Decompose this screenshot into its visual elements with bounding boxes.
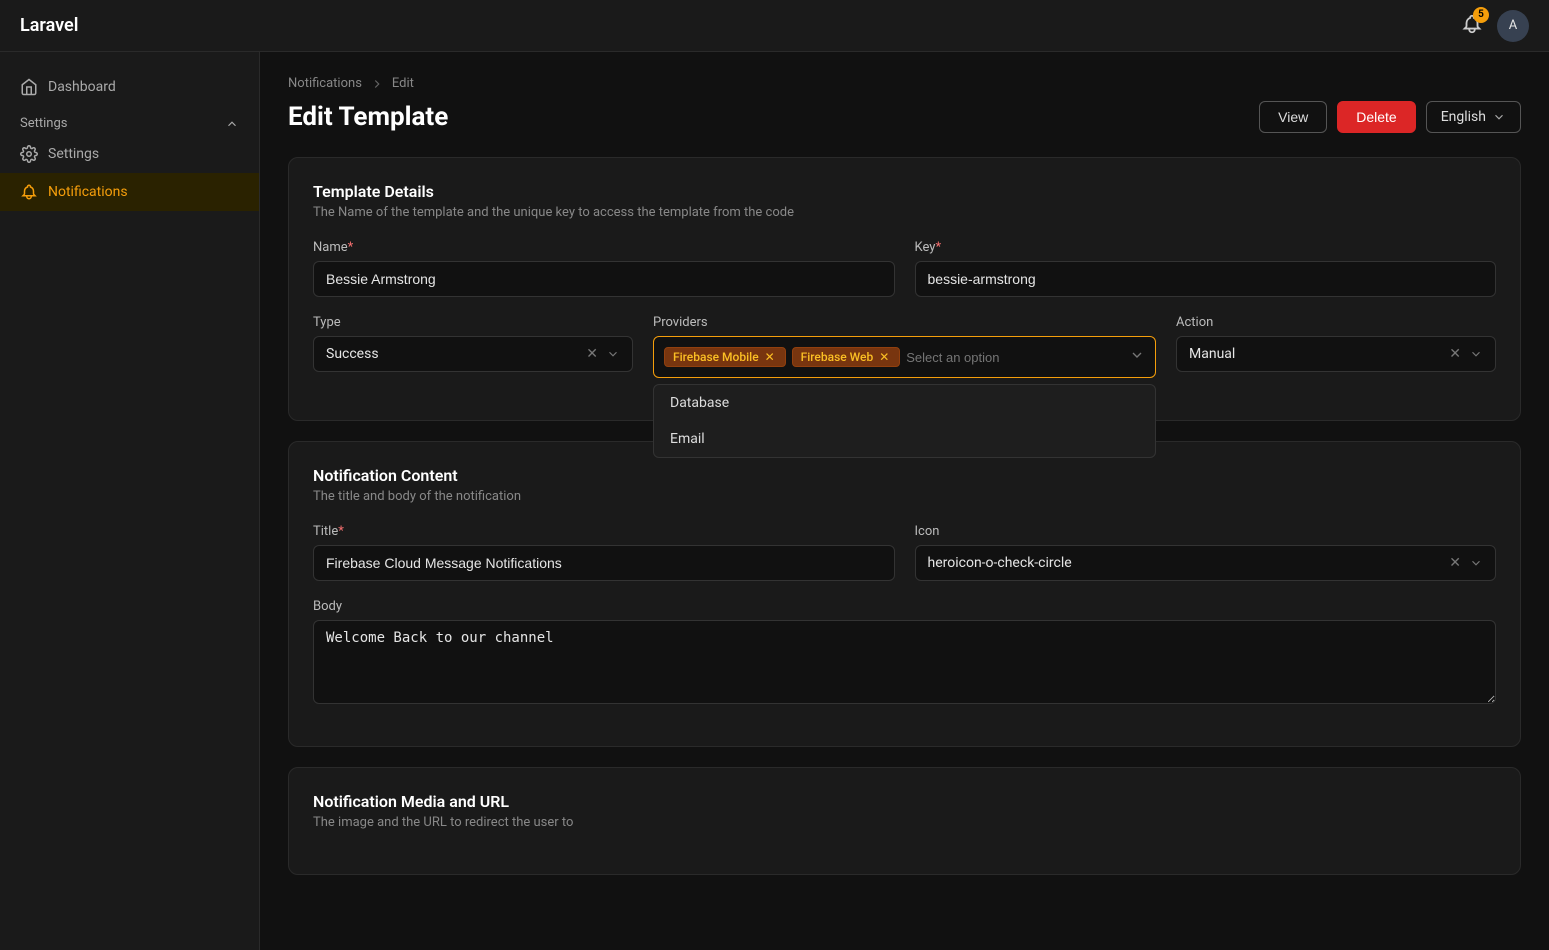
main-content: Notifications Edit Edit Template View De…: [260, 52, 1549, 950]
icon-select[interactable]: heroicon-o-check-circle ✕: [915, 545, 1497, 581]
body-group: Body Welcome Back to our channel: [313, 599, 1496, 704]
icon-label: Icon: [915, 524, 1497, 539]
type-clear-button[interactable]: ✕: [586, 346, 598, 362]
key-input[interactable]: [915, 261, 1497, 297]
bell-sidebar-icon: [20, 183, 38, 201]
brand: Laravel: [20, 15, 78, 36]
breadcrumb: Notifications Edit: [288, 76, 1521, 91]
dropdown-item-email[interactable]: Email: [654, 421, 1155, 457]
notification-content-subtitle: The title and body of the notification: [313, 489, 1496, 504]
sidebar-item-notifications[interactable]: Notifications: [0, 173, 259, 211]
notification-content-card: Notification Content The title and body …: [288, 441, 1521, 747]
template-details-card: Template Details The Name of the templat…: [288, 157, 1521, 421]
providers-select[interactable]: Firebase Mobile ✕ Firebase Web ✕: [653, 336, 1156, 378]
tag-firebase-mobile-remove[interactable]: ✕: [763, 350, 777, 364]
page-title: Edit Template: [288, 102, 448, 132]
title-label: Title*: [313, 524, 895, 539]
providers-dropdown: Database Email: [653, 384, 1156, 458]
delete-button[interactable]: Delete: [1337, 101, 1415, 133]
dropdown-item-database[interactable]: Database: [654, 385, 1155, 421]
page-header: Edit Template View Delete English: [288, 101, 1521, 133]
type-group: Type Success ✕: [313, 315, 633, 378]
icon-chevron-icon: [1469, 556, 1483, 570]
action-clear-button[interactable]: ✕: [1449, 346, 1461, 362]
header-actions: View Delete English: [1259, 101, 1521, 133]
providers-search-input[interactable]: [906, 350, 1145, 365]
name-input[interactable]: [313, 261, 895, 297]
key-group: Key*: [915, 240, 1497, 297]
template-details-title: Template Details: [313, 182, 1496, 201]
notification-content-title: Notification Content: [313, 466, 1496, 485]
action-group: Action Manual ✕: [1176, 315, 1496, 378]
notification-badge: 5: [1473, 7, 1489, 23]
sidebar-settings-section: Settings: [0, 106, 259, 135]
notification-bell[interactable]: 5: [1461, 13, 1483, 39]
providers-arrow: [1129, 347, 1145, 367]
title-input[interactable]: [313, 545, 895, 581]
name-group: Name*: [313, 240, 895, 297]
type-label: Type: [313, 315, 633, 330]
notifications-item-label: Notifications: [48, 184, 128, 200]
gear-icon: [20, 145, 38, 163]
name-key-row: Name* Key*: [313, 240, 1496, 297]
notification-media-card: Notification Media and URL The image and…: [288, 767, 1521, 875]
notification-media-title: Notification Media and URL: [313, 792, 1496, 811]
action-chevron-icon: [1469, 347, 1483, 361]
topnav-right: 5 A: [1461, 10, 1529, 42]
icon-group: Icon heroicon-o-check-circle ✕: [915, 524, 1497, 581]
title-icon-row: Title* Icon heroicon-o-check-circle ✕: [313, 524, 1496, 581]
chevron-right-icon: [370, 77, 384, 91]
tag-firebase-web-remove[interactable]: ✕: [877, 350, 891, 364]
user-avatar[interactable]: A: [1497, 10, 1529, 42]
sidebar-item-settings[interactable]: Settings: [0, 135, 259, 173]
name-label: Name*: [313, 240, 895, 255]
language-label: English: [1441, 109, 1486, 125]
tag-firebase-web: Firebase Web ✕: [792, 347, 901, 367]
breadcrumb-parent[interactable]: Notifications: [288, 76, 362, 91]
providers-label: Providers: [653, 315, 1156, 330]
body-label: Body: [313, 599, 1496, 614]
action-select[interactable]: Manual ✕: [1176, 336, 1496, 372]
chevron-up-icon: [225, 117, 239, 131]
icon-clear-button[interactable]: ✕: [1449, 555, 1461, 571]
type-value: Success: [326, 346, 379, 362]
notification-media-subtitle: The image and the URL to redirect the us…: [313, 815, 1496, 830]
view-button[interactable]: View: [1259, 101, 1327, 133]
body-textarea[interactable]: Welcome Back to our channel: [313, 620, 1496, 704]
type-providers-action-row: Type Success ✕ Providers: [313, 315, 1496, 378]
language-selector[interactable]: English: [1426, 101, 1521, 133]
tag-firebase-mobile: Firebase Mobile ✕: [664, 347, 786, 367]
breadcrumb-current: Edit: [392, 76, 414, 91]
action-value: Manual: [1189, 346, 1235, 362]
providers-chevron-icon: [1129, 347, 1145, 363]
settings-section-label: Settings: [20, 116, 67, 131]
action-label: Action: [1176, 315, 1496, 330]
template-details-subtitle: The Name of the template and the unique …: [313, 205, 1496, 220]
sidebar: Dashboard Settings Settings Notification…: [0, 52, 260, 950]
settings-item-label: Settings: [48, 146, 99, 162]
key-label: Key*: [915, 240, 1497, 255]
topnav: Laravel 5 A: [0, 0, 1549, 52]
sidebar-item-dashboard[interactable]: Dashboard: [0, 68, 259, 106]
dashboard-label: Dashboard: [48, 79, 116, 95]
icon-value: heroicon-o-check-circle: [928, 555, 1072, 571]
providers-group: Providers Firebase Mobile ✕ Firebase Web…: [653, 315, 1156, 378]
home-icon: [20, 78, 38, 96]
layout: Dashboard Settings Settings Notification…: [0, 52, 1549, 950]
body-row: Body Welcome Back to our channel: [313, 599, 1496, 704]
chevron-down-icon: [1492, 110, 1506, 124]
title-group: Title*: [313, 524, 895, 581]
type-select[interactable]: Success ✕: [313, 336, 633, 372]
type-chevron-icon: [606, 347, 620, 361]
